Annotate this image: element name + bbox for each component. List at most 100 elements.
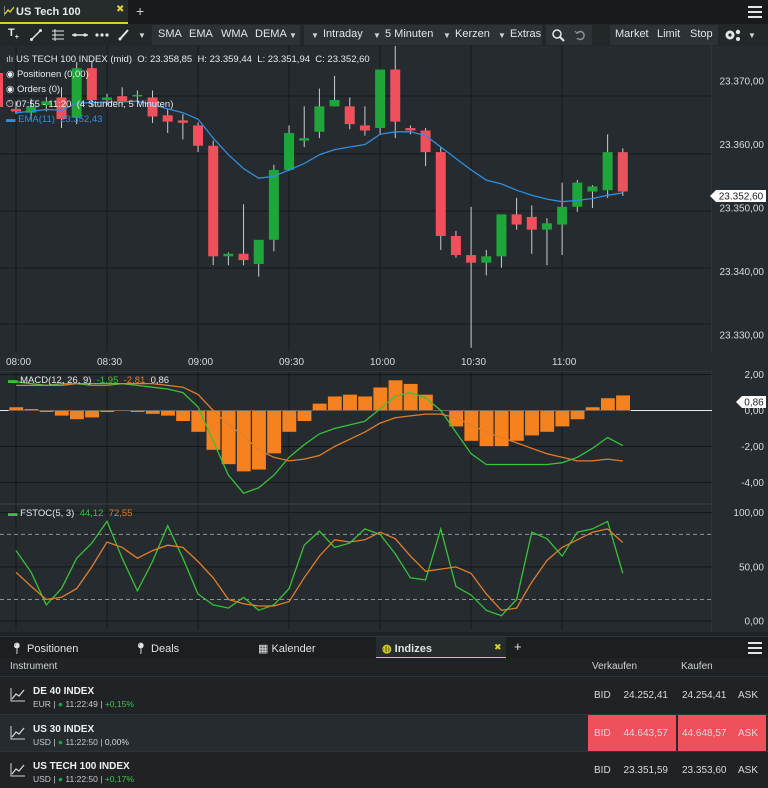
buy-button[interactable]: 24.254,41 ASK (678, 677, 766, 714)
macd-bar (327, 395, 343, 411)
clock-icon: 🕒︎ (6, 99, 17, 110)
table-row[interactable]: US TECH 100 INDEX USD | ● 11:22:50 | +0,1… (0, 751, 768, 788)
ema-legend[interactable]: ▬ EMA(11) 23.352,43 (6, 112, 370, 127)
settings-icon[interactable] (724, 28, 742, 42)
chart-area[interactable]: 08:00 08:30 09:00 09:30 10:00 10:30 11:00 23.3… (0, 42, 768, 632)
sell-button[interactable]: BID 44.643,57 (588, 714, 676, 752)
currency-label: USD (33, 736, 51, 747)
sell-button[interactable]: BID 24.252,41 (588, 677, 676, 714)
tab-us-tech-100[interactable]: US Tech 100 ✖ (0, 0, 128, 24)
horizontal-line-icon[interactable] (72, 29, 88, 41)
macd-bar (554, 410, 570, 428)
add-tab-button[interactable]: + (514, 639, 522, 654)
zoom-icon[interactable] (552, 29, 565, 42)
quote-time: 11:22:50 (65, 736, 98, 747)
close-icon[interactable]: ✖ (494, 642, 502, 653)
x-tick-label: 10:00 (370, 357, 395, 368)
interval-select[interactable]: Intraday (323, 28, 363, 40)
quote-time: 11:22:49 (65, 699, 98, 709)
market-order-button[interactable]: Market (615, 28, 649, 40)
macd-bar (251, 410, 267, 471)
buy-button[interactable]: 23.353,60 ASK (678, 752, 766, 788)
instrument-meta: EUR | ● 11:22:49 | +0,15% (33, 699, 134, 709)
bid-label: BID (594, 690, 611, 701)
dema-button[interactable]: DEMA (255, 28, 287, 40)
y-tick-label: 23.360,00 (720, 140, 765, 151)
wma-button[interactable]: WMA (221, 28, 248, 40)
close-value: C: 23.352,60 (315, 54, 370, 65)
pin-icon: 📍︎ (134, 643, 152, 655)
macd-tick-label: -4,00 (741, 478, 764, 489)
tab-positionen[interactable]: 📍︎ Positionen (10, 642, 78, 655)
y-tick-label: 23.370,00 (720, 76, 765, 87)
ask-label: ASK (737, 765, 758, 776)
add-tab-button[interactable]: + (136, 3, 144, 19)
chart-toolbar: T+ ▼ SMA EMA WMA DEMA ▼ ▼ Intraday ▼ 5 M… (0, 24, 768, 47)
x-tick-label: 10:30 (461, 357, 486, 368)
chevron-down-icon[interactable]: ▼ (289, 31, 297, 40)
positions-toggle[interactable]: ◉ Positionen (0,00) (6, 67, 370, 82)
sma-button[interactable]: SMA (158, 28, 182, 40)
candle-body (253, 239, 264, 264)
candle (617, 148, 628, 196)
resolution-select[interactable]: 5 Minuten (385, 28, 433, 40)
col-instrument[interactable]: Instrument (10, 661, 57, 672)
tab-kalender[interactable]: ▦ Kalender (258, 642, 316, 655)
x-tick-label: 08:00 (6, 357, 31, 368)
fibonacci-icon[interactable] (52, 29, 64, 41)
stoch-legend[interactable]: ▬ FSTOC(5, 3) 44,12 72,55 (8, 508, 132, 519)
stop-order-button[interactable]: Stop (690, 28, 713, 40)
stoch-tick-label: 100,00 (733, 508, 764, 519)
col-sell[interactable]: Verkaufen (592, 661, 637, 672)
macd-bar (524, 410, 540, 437)
menu-icon[interactable] (748, 642, 762, 654)
macd-bar (145, 410, 161, 415)
line-icon: ▬ (8, 508, 21, 519)
undo-icon[interactable] (574, 29, 586, 41)
signal-value: -2,81 (123, 375, 146, 386)
macd-bar (8, 406, 24, 411)
text-tool-icon[interactable]: T+ (8, 27, 19, 41)
dotted-line-icon[interactable] (95, 29, 111, 41)
close-icon[interactable]: ✖ (116, 4, 124, 15)
candle-body (587, 186, 598, 192)
col-buy[interactable]: Kaufen (681, 661, 713, 672)
tab-deals[interactable]: 📍︎ Deals (134, 642, 179, 655)
macd-bar (130, 410, 146, 413)
chevron-down-icon[interactable]: ▼ (311, 31, 319, 40)
chart-style-select[interactable]: Kerzen (455, 28, 490, 40)
stoch-tick-label: 50,00 (739, 562, 764, 573)
chevron-down-icon[interactable]: ▼ (748, 31, 756, 40)
chart-legend: ılı US TECH 100 INDEX (mid) O: 23.358,85… (6, 52, 370, 127)
menu-icon[interactable] (748, 6, 762, 18)
position-marker (0, 73, 3, 107)
macd-bar (39, 410, 55, 413)
sell-button[interactable]: BID 23.351,59 (588, 752, 676, 788)
chevron-down-icon[interactable]: ▼ (373, 31, 381, 40)
chevron-down-icon[interactable]: ▼ (498, 31, 506, 40)
histogram-value: 0,86 (150, 375, 170, 386)
limit-order-button[interactable]: Limit (657, 28, 680, 40)
chevron-down-icon[interactable]: ▼ (138, 31, 146, 40)
macd-legend[interactable]: ▬ MACD(12, 26, 9) -1,95 -2,81 0,86 (8, 375, 169, 386)
candle-body (375, 69, 386, 128)
current-price-text: 23.352,60 (719, 192, 764, 203)
buy-button[interactable]: 44.648,57 ASK (678, 714, 766, 752)
table-row[interactable]: DE 40 INDEX EUR | ● 11:22:49 | +0,15% BID 2… (0, 676, 768, 714)
macd-bar (221, 410, 237, 465)
line-tool-icon[interactable] (30, 29, 42, 41)
ema-button[interactable]: EMA (189, 28, 213, 40)
macd-bar (281, 410, 297, 433)
candle-body (572, 182, 583, 207)
tab-indizes[interactable]: ◍ Indizes (382, 642, 432, 655)
brush-icon[interactable] (118, 28, 130, 41)
chevron-down-icon[interactable]: ▼ (443, 31, 451, 40)
macd-tick-label: 2,00 (745, 370, 765, 381)
macd-value: -1,95 (96, 375, 119, 386)
candle-body (193, 125, 204, 146)
extras-menu[interactable]: Extras (510, 28, 541, 40)
candle-body (435, 152, 446, 236)
orders-toggle[interactable]: ◉ Orders (0) (6, 82, 370, 97)
macd-bar (23, 408, 39, 411)
table-row[interactable]: US 30 INDEX USD | ● 11:22:50 | 0,00% BID 44… (0, 713, 768, 752)
